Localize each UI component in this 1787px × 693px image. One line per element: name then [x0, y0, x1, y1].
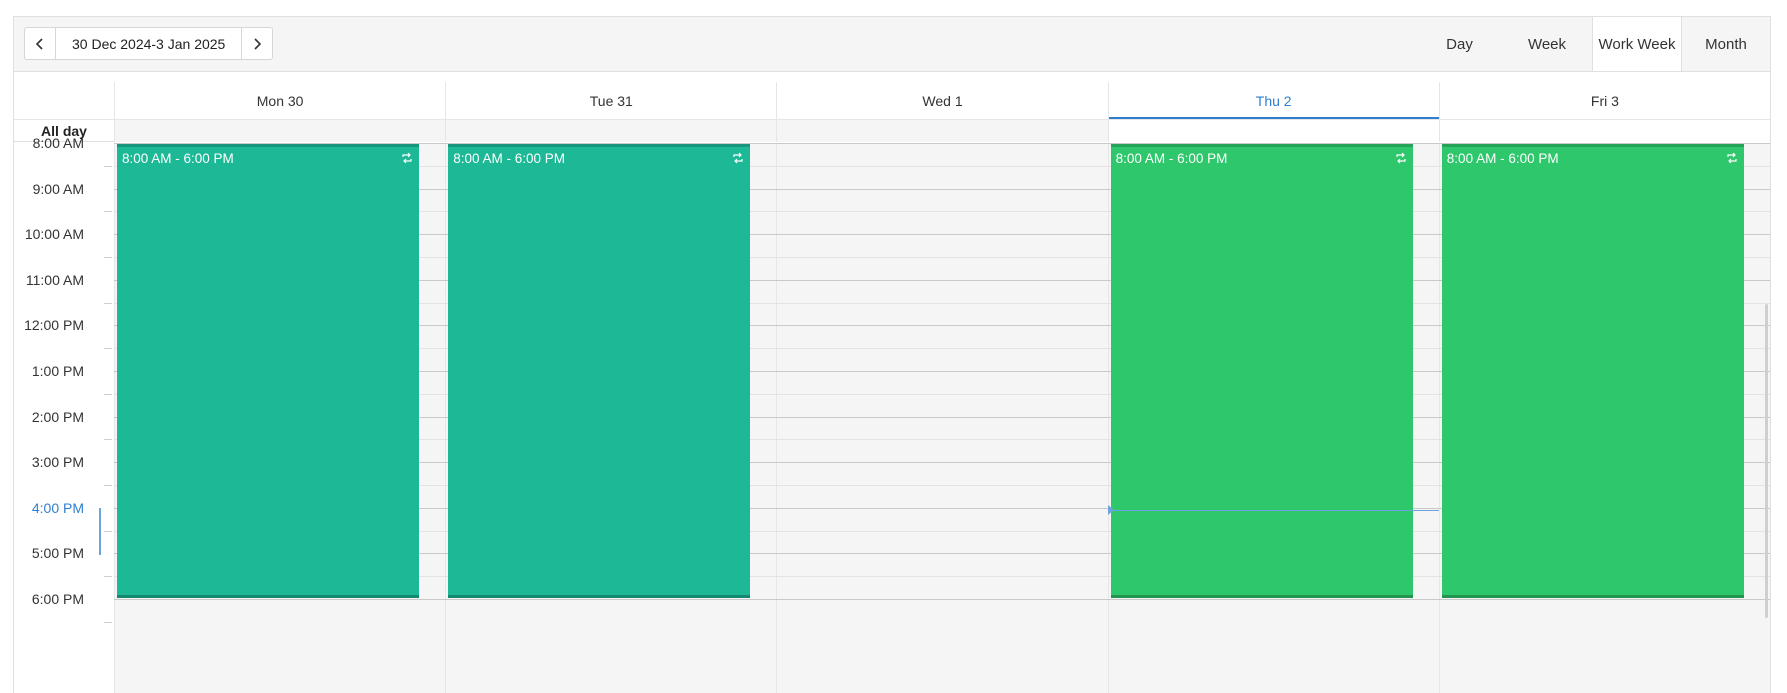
appointment[interactable]: 8:00 AM - 6:00 PM — [448, 144, 751, 598]
all-day-cell[interactable] — [114, 120, 446, 142]
time-tick — [104, 348, 112, 350]
all-day-cell[interactable] — [445, 120, 777, 142]
hour-gridline — [114, 599, 1770, 600]
time-slot-label: 4:00 PM — [31, 499, 84, 516]
all-day-cell[interactable] — [1438, 120, 1770, 142]
previous-button[interactable] — [25, 28, 55, 59]
chevron-right-icon — [254, 37, 262, 50]
recurrence-icon — [1727, 152, 1737, 164]
appointment-time: 8:00 AM - 6:00 PM — [1115, 151, 1228, 166]
time-slot-label: 10:00 AM — [24, 226, 84, 243]
day-header-fri[interactable]: Fri 3 — [1438, 82, 1770, 119]
appointment-time: 8:00 AM - 6:00 PM — [453, 151, 565, 166]
chevron-left-icon — [35, 37, 43, 50]
date-range-button[interactable]: 30 Dec 2024-3 Jan 2025 — [55, 28, 243, 59]
current-time-line — [1107, 509, 1439, 511]
day-column[interactable] — [776, 143, 1108, 693]
all-day-cell[interactable] — [1107, 120, 1439, 142]
time-tick — [104, 165, 112, 167]
time-tick — [104, 257, 112, 258]
time-slot-label: 5:00 PM — [31, 545, 84, 562]
time-tick — [104, 439, 112, 441]
time-tick — [104, 393, 112, 395]
appointment[interactable]: 8:00 AM - 6:00 PM — [1441, 144, 1744, 598]
recurrence-icon — [402, 152, 412, 164]
time-slot-label: 11:00 AM — [25, 271, 84, 288]
toolbar: 30 Dec 2024-3 Jan 2025 Day Week Work Wee… — [14, 17, 1770, 72]
scheduler: 30 Dec 2024-3 Jan 2025 Day Week Work Wee… — [13, 16, 1771, 693]
day-headers: Mon 30 Tue 31 Wed 1 Thu 2 Fri 3 — [114, 82, 1770, 119]
time-slot-label: 12:00 PM — [24, 317, 84, 334]
time-tick — [104, 211, 112, 213]
all-day-row: All day — [14, 119, 1770, 142]
view-switcher: Day Week Work Week Month — [1417, 17, 1770, 71]
next-button[interactable] — [242, 28, 272, 59]
appointment[interactable]: 8:00 AM - 6:00 PM — [1110, 144, 1413, 598]
day-header-mon[interactable]: Mon 30 — [114, 82, 445, 119]
recurrence-icon — [733, 152, 743, 164]
time-tick — [104, 302, 112, 304]
view-work-week-button[interactable]: Work Week — [1592, 17, 1682, 71]
time-slot-label: 1:00 PM — [31, 363, 84, 379]
appointment-time: 8:00 AM - 6:00 PM — [122, 151, 234, 166]
time-slot-label: 6:00 PM — [31, 591, 84, 607]
vertical-scrollbar[interactable] — [1765, 304, 1768, 618]
appointment[interactable]: 8:00 AM - 6:00 PM — [117, 144, 420, 598]
day-header-tue[interactable]: Tue 31 — [445, 82, 776, 119]
time-slot-label: 9:00 AM — [32, 180, 84, 197]
view-week-button[interactable]: Week — [1502, 17, 1592, 71]
day-header-wed[interactable]: Wed 1 — [776, 82, 1107, 119]
time-grid[interactable]: 8:00 AM 9:00 AM 10:00 AM 11:00 AM 12:00 PM 1:… — [14, 135, 1770, 693]
current-time-gutter-indicator — [99, 507, 101, 555]
recurrence-icon — [1396, 152, 1406, 164]
time-slot-label: 8:00 AM — [32, 135, 84, 151]
time-tick — [104, 621, 112, 623]
appointment-time: 8:00 AM - 6:00 PM — [1446, 151, 1559, 166]
day-header-thu[interactable]: Thu 2 — [1107, 82, 1440, 119]
time-slot-label: 2:00 PM — [31, 408, 84, 425]
time-slot-label: 3:00 PM — [31, 454, 84, 471]
time-tick — [104, 485, 112, 486]
time-tick — [104, 530, 112, 532]
date-navigator: 30 Dec 2024-3 Jan 2025 — [24, 27, 274, 60]
view-day-button[interactable]: Day — [1417, 17, 1502, 71]
current-time-marker-icon — [1107, 504, 1114, 515]
view-month-button[interactable]: Month — [1682, 17, 1770, 71]
all-day-cell[interactable] — [776, 120, 1108, 142]
time-tick — [104, 576, 112, 578]
